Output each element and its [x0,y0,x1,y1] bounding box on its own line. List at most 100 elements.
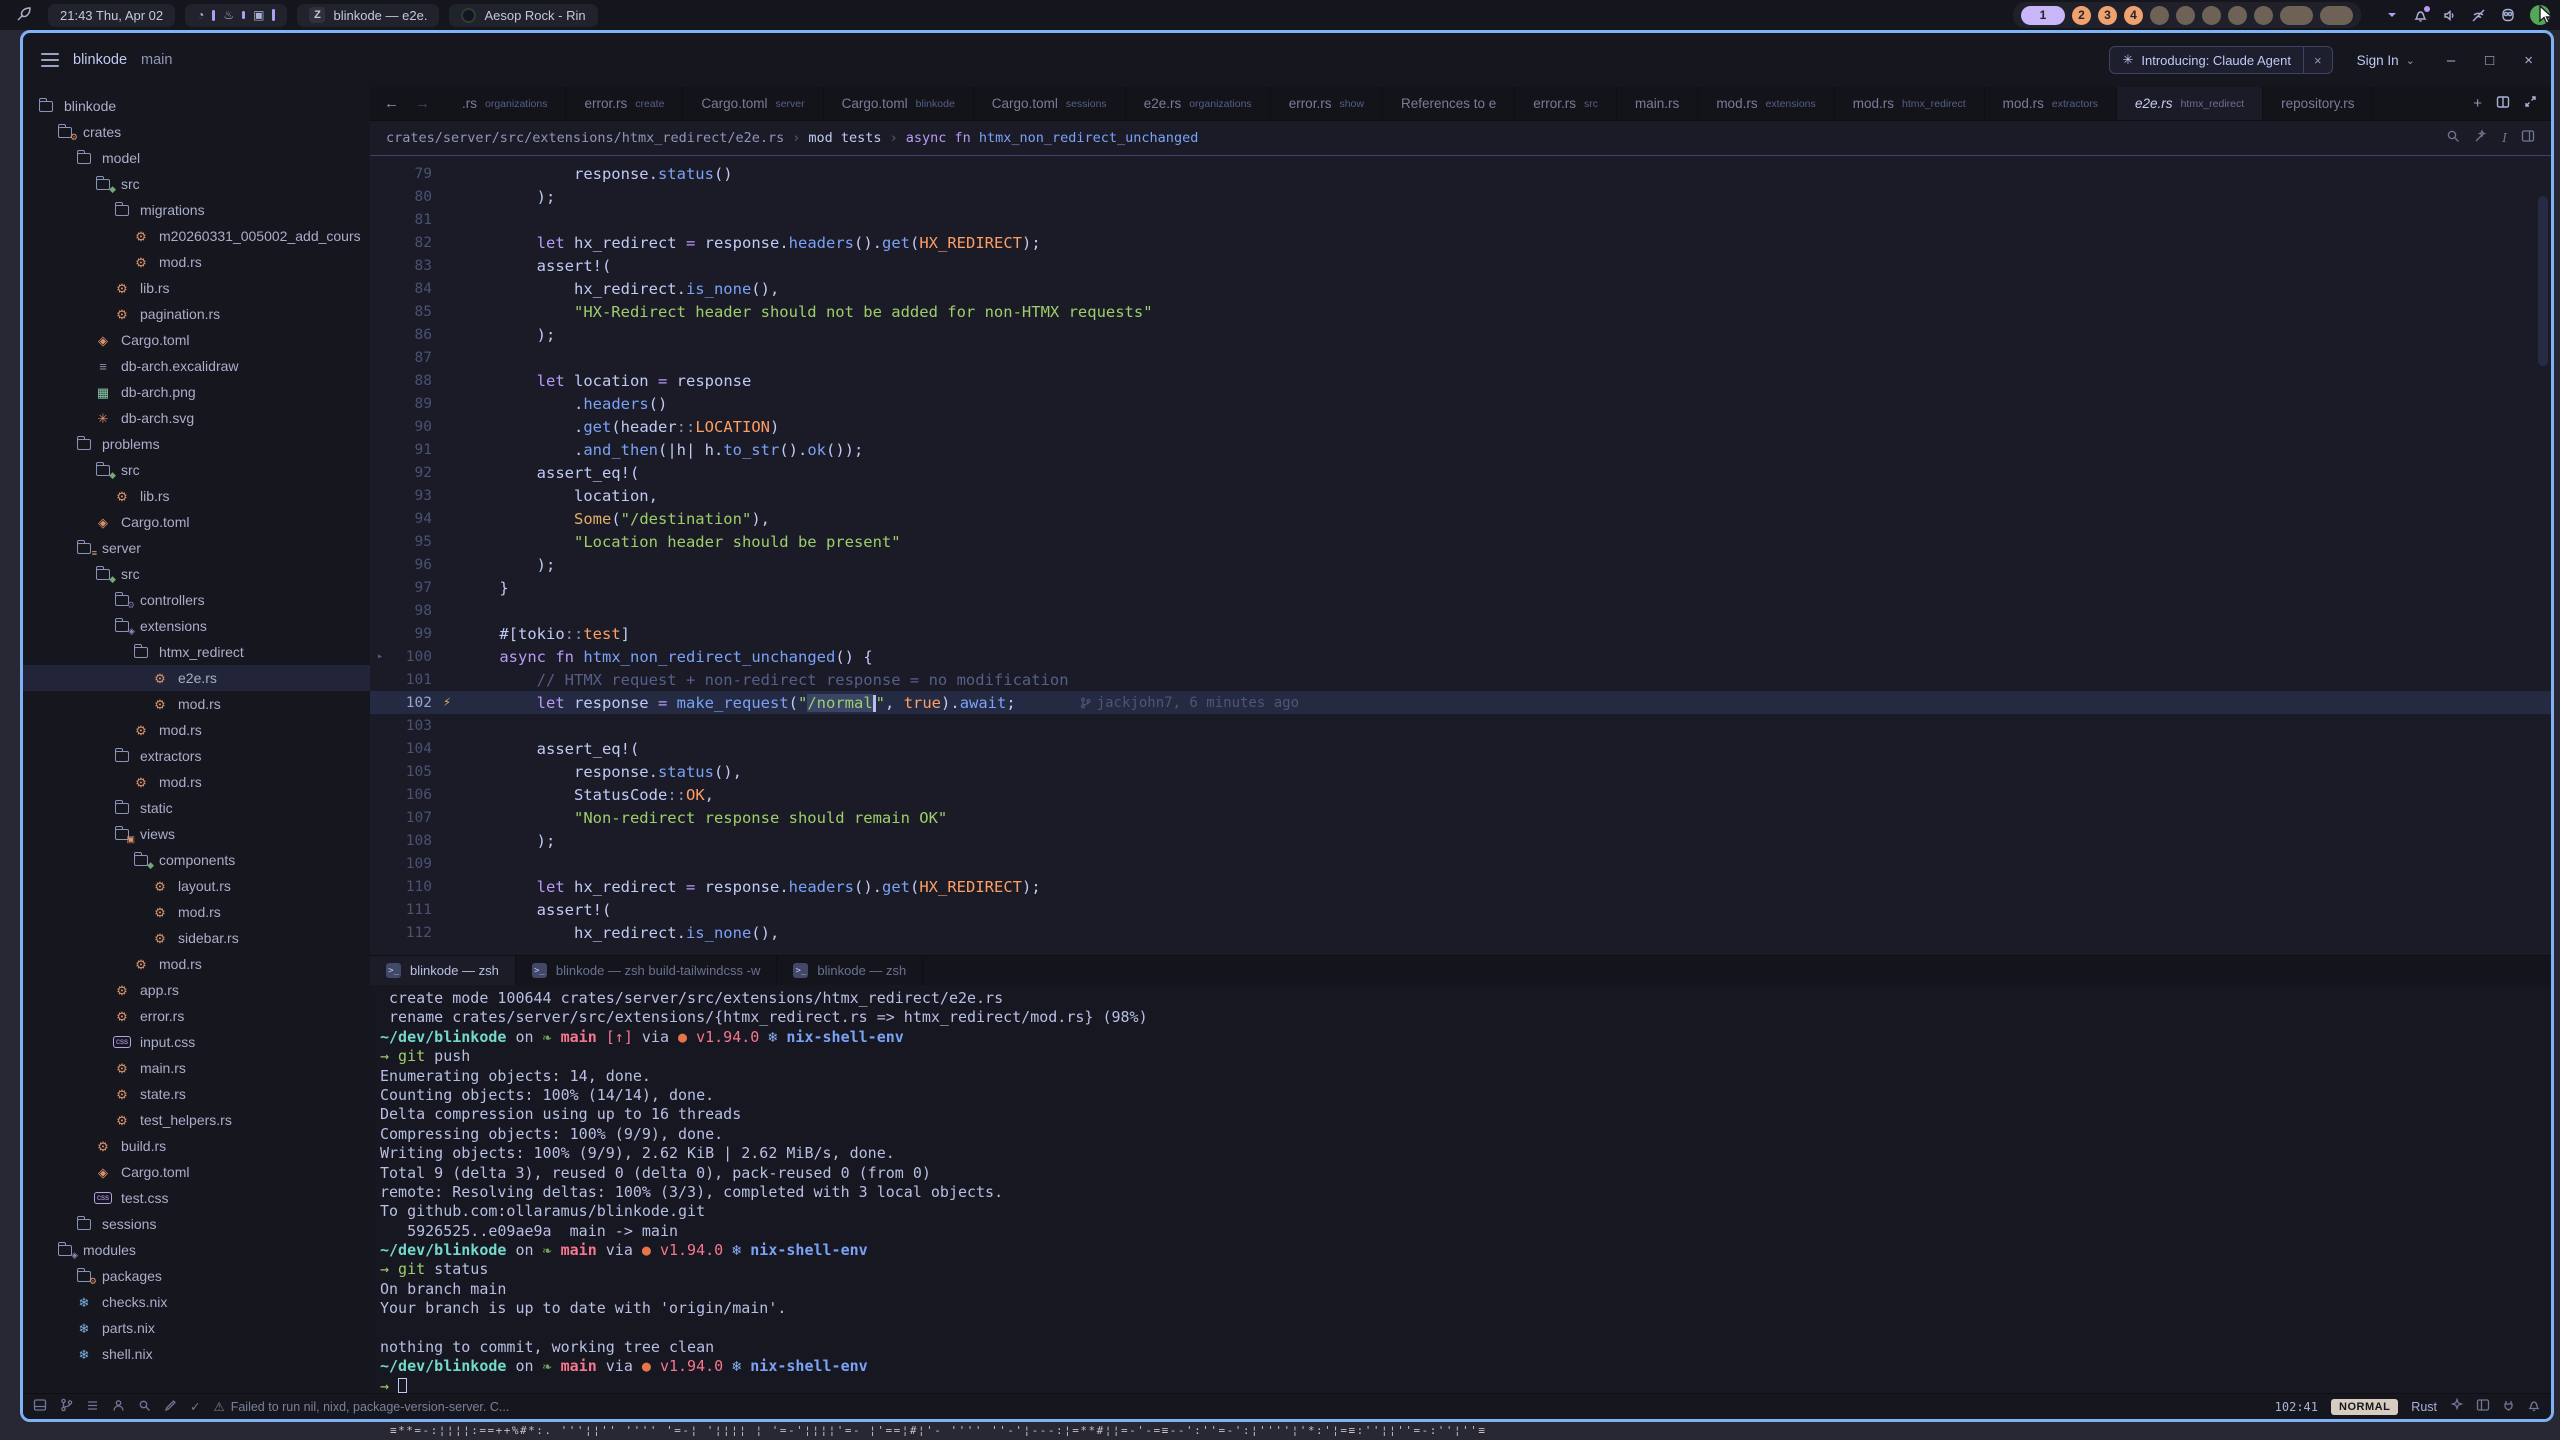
editor-tab[interactable]: mod.rshtmx_redirect [1835,87,1985,120]
file-tree-item[interactable]: ⚙packages [23,1263,370,1289]
workspace-empty[interactable] [2202,6,2221,25]
file-tree-item[interactable]: problems [23,431,370,457]
file-tree-item[interactable]: ⚙sidebar.rs [23,925,370,951]
banner-close-icon[interactable]: × [2303,47,2332,73]
file-tree-item[interactable]: ◈extensions [23,613,370,639]
workspace-empty[interactable] [2280,6,2313,25]
file-tree-item[interactable]: ⚙app.rs [23,977,370,1003]
file-tree-item[interactable]: ⚙build.rs [23,1133,370,1159]
file-tree-item[interactable]: ⚙error.rs [23,1003,370,1029]
file-tree-item[interactable]: static [23,795,370,821]
editor-tab[interactable]: e2e.rsorganizations [1126,87,1271,120]
breadcrumb[interactable]: crates/server/src/extensions/htmx_redire… [370,121,2551,155]
file-tree-item[interactable]: htmx_redirect [23,639,370,665]
editor-tab[interactable]: repository.rs [2263,87,2373,120]
breadcrumb-path[interactable]: crates/server/src/extensions/htmx_redire… [386,130,784,146]
launcher-icon[interactable] [10,6,38,25]
volume-icon[interactable] [2442,8,2457,23]
file-tree-item[interactable]: ⚙m20260331_005002_add_cours [23,223,370,249]
file-tree-item[interactable]: ⚙pagination.rs [23,301,370,327]
magic-edit-icon[interactable] [2474,129,2488,147]
workspace-empty[interactable] [2320,6,2353,25]
workspace-empty[interactable] [2228,6,2247,25]
file-tree-item[interactable]: cssinput.css [23,1029,370,1055]
file-tree-item[interactable]: ⚙lib.rs [23,483,370,509]
editor-tab[interactable]: mod.rsextractors [1985,87,2117,120]
nav-back-button[interactable]: ← [384,95,399,112]
file-tree-item[interactable]: blinkode [23,93,370,119]
split-pane-icon[interactable] [2496,95,2510,113]
editor-tab[interactable]: mod.rsextensions [1698,87,1834,120]
editor-tab[interactable]: main.rs [1617,87,1698,120]
media-widget[interactable]: Aesop Rock - Rin [449,4,597,27]
new-tab-button[interactable]: + [2473,95,2482,112]
file-tree-item[interactable]: ⚙mod.rs [23,769,370,795]
file-tree-item[interactable]: migrations [23,197,370,223]
file-tree-item[interactable]: ⚙controllers [23,587,370,613]
git-branch-icon[interactable] [60,1398,73,1415]
language-selector[interactable]: Rust [2411,1400,2437,1414]
list-icon[interactable] [86,1399,99,1415]
chevron-down-icon[interactable] [2385,8,2399,22]
editor-scrollbar[interactable] [2538,196,2548,366]
panels-icon[interactable] [2476,1398,2490,1415]
system-monitor-widget[interactable]: ◔ ♨ ▣ [185,4,287,27]
user-icon[interactable] [112,1399,125,1415]
file-tree-item[interactable]: ◆components [23,847,370,873]
terminal-tab[interactable]: >_blinkode — zsh build-tailwindcss -w [516,956,777,985]
editor-tab[interactable]: Cargo.tomlblinkode [824,87,974,120]
file-tree-item[interactable]: ≡db-arch.excalidraw [23,353,370,379]
file-tree-item[interactable]: sessions [23,1211,370,1237]
pencil-icon[interactable] [164,1399,177,1415]
file-tree-item[interactable]: ⚙mod.rs [23,899,370,925]
code-editor[interactable]: 79 response.status()80 );8182 let hx_red… [370,155,2551,955]
breadcrumb-fn-name[interactable]: htmx_non_redirect_unchanged [979,130,1198,146]
active-window-widget[interactable]: Z blinkode — e2e. [297,4,439,27]
file-tree-item[interactable]: ◈Cargo.toml [23,1159,370,1185]
clock-widget[interactable]: 21:43 Thu, Apr 02 [48,4,175,27]
file-tree-item[interactable]: ⚙test_helpers.rs [23,1107,370,1133]
file-tree-item[interactable]: ⚙state.rs [23,1081,370,1107]
workspace-empty[interactable] [2254,6,2273,25]
workspace-4[interactable]: 4 [2124,6,2143,25]
file-tree-item[interactable]: ⚙lib.rs [23,275,370,301]
editor-tab[interactable]: Cargo.tomlserver [683,87,823,120]
terminal-output[interactable]: create mode 100644 crates/server/src/ext… [370,985,2551,1393]
editor-tab[interactable]: e2e.rshtmx_redirect [2117,87,2263,120]
bell-icon[interactable] [2527,1398,2541,1415]
workspace-empty[interactable] [2150,6,2169,25]
project-name[interactable]: blinkode [73,52,127,68]
editor-tab[interactable]: .rsorganizations [444,87,566,120]
cursor-position[interactable]: 102:41 [2275,1400,2318,1414]
file-tree-item[interactable]: ◆src [23,171,370,197]
code-action-bolt-icon[interactable]: ⚡ [432,695,462,710]
terminal-tab[interactable]: >_blinkode — zsh [370,956,516,985]
file-tree-item[interactable]: ≡server [23,535,370,561]
workspace-empty[interactable] [2176,6,2195,25]
file-tree-item[interactable]: model [23,145,370,171]
search-icon[interactable] [2446,129,2460,147]
claude-agent-banner[interactable]: ✳ Introducing: Claude Agent × [2109,46,2332,74]
diagnostics-warning[interactable]: ⚠ Failed to run nil, nixd, package-versi… [213,1399,509,1414]
file-tree-item[interactable]: ▦db-arch.png [23,379,370,405]
workspace-3[interactable]: 3 [2098,6,2117,25]
maximize-button[interactable]: □ [2485,52,2494,69]
branch-name[interactable]: main [141,52,172,68]
file-tree-item[interactable]: ⚙e2e.rs [23,665,370,691]
file-tree-item[interactable]: ❄shell.nix [23,1341,370,1367]
file-tree-item[interactable]: ✳db-arch.svg [23,405,370,431]
file-tree-item[interactable]: ◆src [23,561,370,587]
minimize-button[interactable]: – [2447,52,2455,69]
close-button[interactable]: × [2524,52,2533,69]
file-tree-item[interactable]: ⚙mod.rs [23,691,370,717]
network-off-icon[interactable] [2471,8,2486,23]
bell-icon[interactable] [2413,8,2428,23]
terminal-tab[interactable]: >_blinkode — zsh [777,956,923,985]
menu-icon[interactable] [41,53,59,67]
inline-assist-icon[interactable]: I [2502,131,2507,145]
owl-icon[interactable] [2500,7,2516,23]
sign-in-button[interactable]: Sign In ⌄ [2357,53,2415,68]
editor-tab[interactable]: References to e [1383,87,1515,120]
file-tree-item[interactable]: ◈modules [23,1237,370,1263]
file-tree-item[interactable]: ▣views [23,821,370,847]
